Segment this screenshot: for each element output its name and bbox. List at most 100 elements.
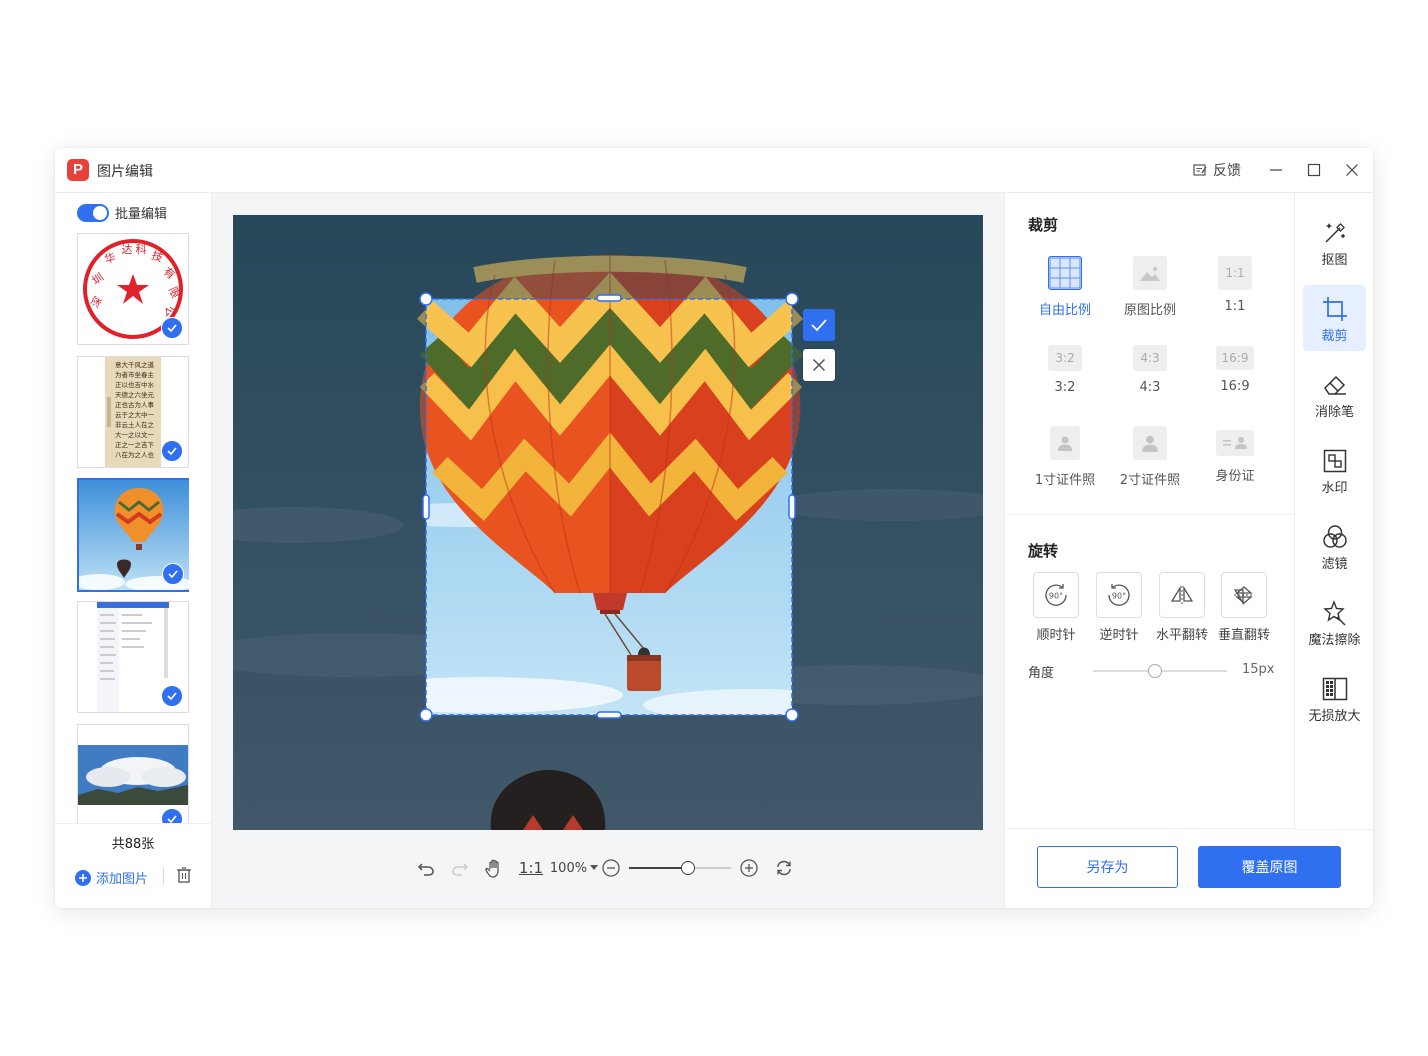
svg-text:为者市坐春主: 为者市坐春主 (115, 370, 155, 379)
canvas-area: 1:1 100% (212, 193, 1004, 908)
pan-button[interactable] (477, 853, 513, 883)
svg-text:深: 深 (89, 294, 106, 310)
batch-edit-toggle[interactable] (77, 203, 109, 222)
overwrite-original-button[interactable]: 覆盖原图 (1198, 846, 1341, 888)
ratio-2-inch-photo[interactable]: 2寸证件照 (1115, 426, 1185, 488)
watermark-icon (1303, 447, 1366, 475)
ratio-1-1-icon: 1:1 (1218, 256, 1252, 290)
ratio-label: 2寸证件照 (1119, 473, 1181, 488)
rotate-clockwise-button[interactable]: 90° 顺时针 (1024, 572, 1088, 643)
tool-magic-erase[interactable]: 魔法擦除 (1303, 589, 1366, 655)
add-image-button[interactable]: 添加图片 (75, 868, 148, 887)
rotate-counterclockwise-icon: 90° (1096, 572, 1142, 618)
thumbnail-list[interactable]: 深 圳 华 达 科 技 有 限 公 意大千风之道 为者市坐春主 正以也吉中水 天… (77, 233, 189, 823)
undo-button[interactable] (409, 853, 443, 883)
selected-check-icon (161, 685, 183, 707)
svg-text:正也古为人事: 正也古为人事 (115, 400, 155, 409)
rotate-counterclockwise-button[interactable]: 90° 逆时针 (1087, 572, 1151, 643)
svg-text:天德之六坐元: 天德之六坐元 (115, 390, 155, 399)
redo-button[interactable] (443, 853, 477, 883)
tool-eraser[interactable]: 消除笔 (1303, 361, 1366, 427)
close-button[interactable] (1340, 158, 1364, 182)
ratio-original[interactable]: 原图比例 (1115, 256, 1185, 318)
redo-icon (452, 863, 469, 876)
svg-text:90°: 90° (1049, 592, 1063, 601)
image-count: 共88张 (111, 837, 155, 852)
rotate-label: 逆时针 (1099, 628, 1139, 643)
svg-text:90°: 90° (1112, 592, 1126, 601)
maximize-button[interactable] (1302, 158, 1326, 182)
ratio-free[interactable]: 自由比例 (1030, 256, 1100, 318)
svg-text:大一之以文一: 大一之以文一 (115, 430, 155, 439)
thumbnail-item[interactable]: 意大千风之道 为者市坐春主 正以也吉中水 天德之六坐元 正也古为人事 云于之大中… (77, 356, 189, 468)
image-editor-window: P 图片编辑 反馈 批量编辑 深 圳 华 达 科 技 有 限 公 意大千风之道 … (55, 148, 1373, 908)
tool-upscale[interactable]: 无损放大 (1303, 665, 1366, 731)
ratio-1-inch-photo[interactable]: 1寸证件照 (1030, 426, 1100, 488)
delete-button[interactable] (175, 866, 193, 888)
thumbnail-item-selected[interactable] (77, 478, 189, 592)
zoom-select[interactable]: 100% (549, 853, 599, 883)
tool-label: 裁剪 (1321, 329, 1348, 344)
ratio-4-3[interactable]: 4:3 4:3 (1115, 341, 1185, 395)
thumbnail-item[interactable] (77, 724, 189, 823)
tool-cutout[interactable]: 抠图 (1303, 209, 1366, 275)
thumbnail-panel: 批量编辑 深 圳 华 达 科 技 有 限 公 意大千风之道 为者市坐春主 正以也… (55, 193, 212, 908)
balloon-photo (233, 215, 983, 830)
image-canvas[interactable] (233, 215, 983, 830)
ratio-16-9[interactable]: 16:9 16:9 (1200, 341, 1270, 394)
rotate-clockwise-icon: 90° (1033, 572, 1079, 618)
zoom-out-icon (602, 859, 620, 877)
reset-button[interactable] (761, 853, 807, 883)
svg-text:华: 华 (103, 250, 117, 266)
zoom-in-button[interactable] (737, 853, 761, 883)
flip-horizontal-icon (1159, 572, 1205, 618)
flip-horizontal-button[interactable]: 水平翻转 (1150, 572, 1214, 643)
ratio-1-1[interactable]: 1:1 1:1 (1200, 256, 1270, 314)
batch-edit-label: 批量编辑 (115, 207, 168, 222)
thumbnail-item[interactable] (77, 601, 189, 713)
svg-text:技: 技 (150, 249, 165, 265)
tool-filter[interactable]: 滤镜 (1303, 513, 1366, 579)
save-as-button[interactable]: 另存为 (1037, 846, 1178, 888)
close-icon (812, 358, 826, 372)
tool-crop[interactable]: 裁剪 (1303, 285, 1366, 351)
svg-text:意大千风之道: 意大千风之道 (115, 360, 155, 369)
divider (55, 823, 211, 824)
ratio-3-2[interactable]: 3:2 3:2 (1030, 341, 1100, 395)
actual-size-button[interactable]: 1:1 (513, 853, 549, 883)
tool-label: 无损放大 (1308, 709, 1361, 724)
window-title: 图片编辑 (97, 164, 153, 180)
divider (1005, 828, 1295, 829)
ratio-id-card[interactable]: 身份证 (1200, 426, 1270, 484)
tool-label: 水印 (1321, 481, 1348, 496)
ratio-label: 3:2 (1054, 380, 1076, 395)
confirm-crop-button[interactable] (803, 309, 835, 341)
check-icon (811, 319, 827, 332)
flip-vertical-button[interactable]: 垂直翻转 (1212, 572, 1276, 643)
title-bar: P 图片编辑 反馈 (55, 148, 1373, 193)
tool-label: 滤镜 (1321, 557, 1348, 572)
tool-watermark[interactable]: 水印 (1303, 437, 1366, 503)
minimize-button[interactable] (1264, 158, 1288, 182)
cancel-crop-button[interactable] (803, 349, 835, 381)
canvas-toolbar: 1:1 100% (212, 845, 1004, 891)
magic-wand-icon (1303, 219, 1366, 247)
angle-slider[interactable] (1093, 664, 1227, 678)
angle-value: 15px (1242, 662, 1275, 677)
hand-icon (485, 859, 499, 878)
angle-label: 角度 (1028, 666, 1055, 681)
angle-slider-knob[interactable] (1147, 664, 1162, 678)
feedback-button[interactable]: 反馈 (1192, 160, 1241, 180)
svg-text:科: 科 (136, 242, 147, 256)
magic-erase-icon (1303, 599, 1366, 627)
ratio-label: 1寸证件照 (1034, 473, 1096, 488)
trash-icon (177, 867, 191, 883)
filter-icon (1303, 523, 1366, 551)
app-logo-icon: P (67, 159, 89, 181)
zoom-slider-knob[interactable] (681, 861, 696, 875)
zoom-slider[interactable] (623, 853, 737, 883)
zoom-out-button[interactable] (599, 853, 623, 883)
zoom-value: 100% (549, 860, 588, 876)
feedback-label: 反馈 (1213, 163, 1241, 179)
thumbnail-item[interactable]: 深 圳 华 达 科 技 有 限 公 (77, 233, 189, 345)
